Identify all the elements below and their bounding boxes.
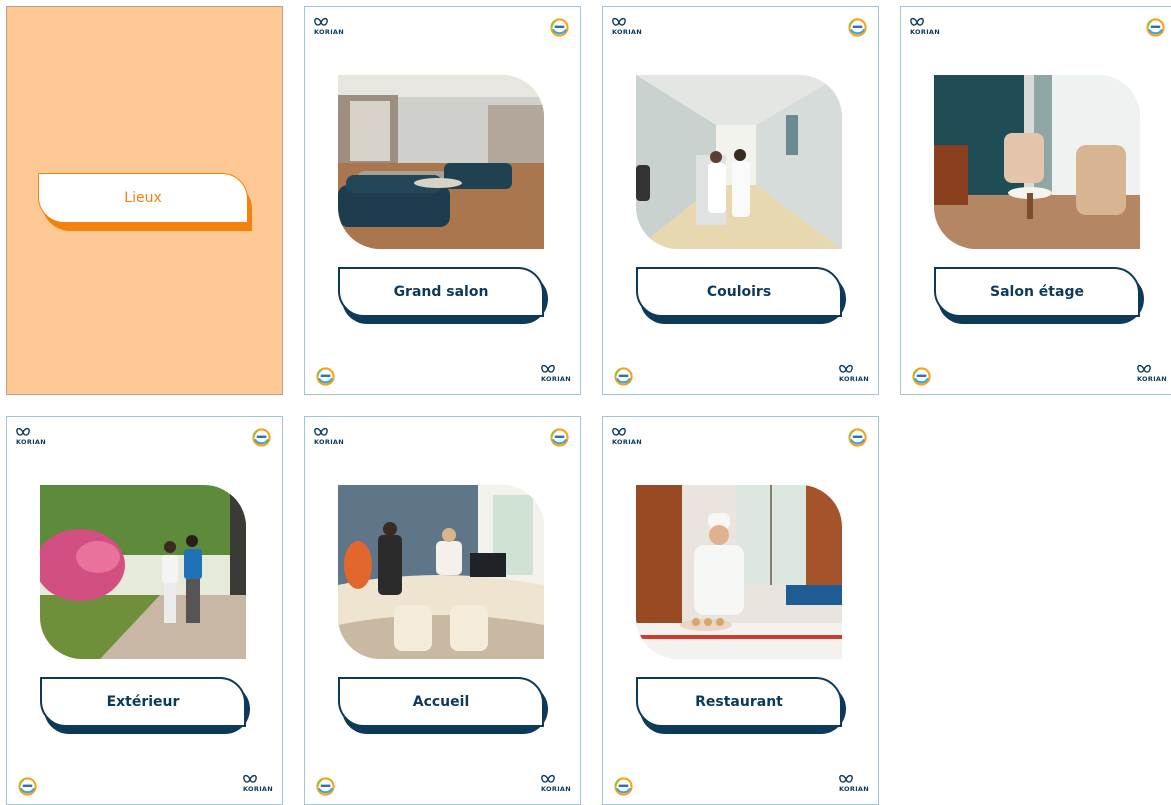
korian-logo-text: KORIAN xyxy=(314,28,344,36)
korian-logo: KORIAN xyxy=(314,17,344,39)
place-card-exterieur[interactable]: KORIAN Extérieur KORIAN xyxy=(6,416,283,805)
korian-butterfly-icon xyxy=(243,774,257,783)
korian-butterfly-icon xyxy=(314,427,328,436)
partner-circle-icon xyxy=(1146,18,1165,37)
place-label-pill: Restaurant xyxy=(636,677,846,734)
cover-title-pill: Lieux xyxy=(38,173,252,231)
korian-logo-text: KORIAN xyxy=(541,785,571,793)
partner-circle-icon xyxy=(316,367,335,386)
partner-circle-icon xyxy=(550,18,569,37)
place-card-accueil[interactable]: KORIAN Accueil KORIAN xyxy=(304,416,581,805)
pill-face: Grand salon xyxy=(338,267,544,317)
korian-logo-text: KORIAN xyxy=(910,28,940,36)
place-label: Accueil xyxy=(412,694,470,710)
place-label: Couloirs xyxy=(706,284,772,300)
place-label: Grand salon xyxy=(393,284,489,300)
korian-logo: KORIAN xyxy=(910,17,940,39)
pill-face: Lieux xyxy=(38,173,248,223)
place-label-pill: Accueil xyxy=(338,677,548,734)
korian-butterfly-icon xyxy=(16,427,30,436)
korian-logo-text: KORIAN xyxy=(839,785,869,793)
korian-logo-text: KORIAN xyxy=(1137,375,1167,383)
reception-photo xyxy=(338,485,544,659)
korian-butterfly-icon xyxy=(612,427,626,436)
pill-face: Extérieur xyxy=(40,677,246,727)
place-card-salon-etage[interactable]: KORIAN Salon étage KORIAN xyxy=(900,6,1171,395)
korian-logo: KORIAN xyxy=(314,427,344,449)
korian-logo: KORIAN xyxy=(541,364,571,386)
korian-butterfly-icon xyxy=(839,774,853,783)
partner-circle-icon xyxy=(614,777,633,796)
pill-face: Couloirs xyxy=(636,267,842,317)
lounge-photo xyxy=(338,75,544,249)
korian-logo: KORIAN xyxy=(612,427,642,449)
korian-logo-text: KORIAN xyxy=(16,438,46,446)
place-card-restaurant[interactable]: KORIAN Restaurant KORIAN xyxy=(602,416,879,805)
corridor-photo xyxy=(636,75,842,249)
place-label: Salon étage xyxy=(990,284,1084,300)
partner-circle-icon xyxy=(848,428,867,447)
partner-circle-icon xyxy=(614,367,633,386)
korian-logo-text: KORIAN xyxy=(314,438,344,446)
korian-butterfly-icon xyxy=(1137,364,1151,373)
pill-face: Accueil xyxy=(338,677,544,727)
place-card-couloirs[interactable]: KORIAN Couloirs KORIAN xyxy=(602,6,879,395)
korian-logo-text: KORIAN xyxy=(839,375,869,383)
place-label-pill: Grand salon xyxy=(338,267,548,324)
cover-card[interactable]: Lieux xyxy=(6,6,283,395)
korian-logo-text: KORIAN xyxy=(541,375,571,383)
korian-logo: KORIAN xyxy=(541,774,571,796)
floor-lounge-photo xyxy=(934,75,1140,249)
garden-photo xyxy=(40,485,246,659)
korian-logo-text: KORIAN xyxy=(243,785,273,793)
pill-face: Restaurant xyxy=(636,677,842,727)
place-card-grand-salon[interactable]: KORIAN Grand salon KORIAN xyxy=(304,6,581,395)
korian-logo-text: KORIAN xyxy=(612,438,642,446)
korian-logo-text: KORIAN xyxy=(612,28,642,36)
cover-title: Lieux xyxy=(124,190,162,206)
partner-circle-icon xyxy=(550,428,569,447)
korian-logo: KORIAN xyxy=(1137,364,1167,386)
korian-butterfly-icon xyxy=(612,17,626,26)
korian-butterfly-icon xyxy=(541,774,555,783)
place-label: Extérieur xyxy=(106,694,180,710)
partner-circle-icon xyxy=(848,18,867,37)
pill-face: Salon étage xyxy=(934,267,1140,317)
korian-butterfly-icon xyxy=(541,364,555,373)
korian-butterfly-icon xyxy=(314,17,328,26)
korian-logo: KORIAN xyxy=(839,364,869,386)
korian-logo: KORIAN xyxy=(612,17,642,39)
place-label-pill: Couloirs xyxy=(636,267,846,324)
partner-circle-icon xyxy=(316,777,335,796)
korian-butterfly-icon xyxy=(910,17,924,26)
korian-logo: KORIAN xyxy=(839,774,869,796)
restaurant-photo xyxy=(636,485,842,659)
korian-logo: KORIAN xyxy=(16,427,46,449)
korian-butterfly-icon xyxy=(839,364,853,373)
partner-circle-icon xyxy=(912,367,931,386)
place-label-pill: Extérieur xyxy=(40,677,250,734)
place-label: Restaurant xyxy=(695,694,783,710)
korian-logo: KORIAN xyxy=(243,774,273,796)
partner-circle-icon xyxy=(252,428,271,447)
place-label-pill: Salon étage xyxy=(934,267,1144,324)
partner-circle-icon xyxy=(18,777,37,796)
